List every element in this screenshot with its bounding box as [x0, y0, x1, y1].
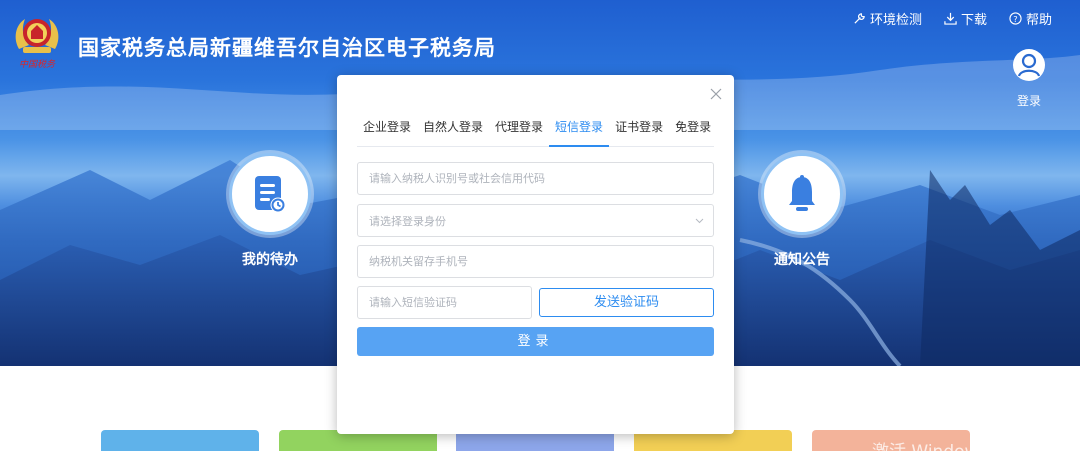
login-button[interactable]: 登录 [357, 327, 714, 356]
identity-select-placeholder: 请选择登录身份 [369, 214, 446, 228]
tab-agent-login[interactable]: 代理登录 [489, 119, 549, 147]
send-code-button[interactable]: 发送验证码 [539, 288, 714, 317]
tax-emblem-logo: 中国税务 [15, 19, 59, 69]
env-check-link[interactable]: 环境检测 [853, 9, 922, 28]
my-todo-feature[interactable]: 我的待办 [226, 153, 314, 269]
my-todo-label: 我的待办 [242, 252, 298, 268]
download-icon [944, 12, 957, 25]
notice-circle [761, 153, 843, 235]
service-tile-1[interactable] [101, 430, 259, 451]
sms-code-input[interactable] [369, 287, 520, 318]
sms-code-field [357, 286, 532, 319]
header-login-button[interactable]: 登录 [1009, 48, 1049, 109]
download-label: 下载 [960, 13, 987, 28]
tab-certificate-login[interactable]: 证书登录 [609, 119, 669, 147]
header-login-label: 登录 [1016, 94, 1041, 108]
windows-activation-watermark: 激活 Windows [872, 437, 987, 451]
help-circle-icon: ? [1009, 12, 1022, 25]
tab-sms-login[interactable]: 短信登录 [549, 119, 610, 147]
user-avatar-icon [1013, 49, 1045, 81]
env-check-label: 环境检测 [869, 13, 922, 28]
emblem-text: 中国税务 [19, 59, 56, 69]
phone-field [357, 245, 714, 278]
site-title: 国家税务总局新疆维吾尔自治区电子税务局 [78, 36, 496, 60]
tab-individual-login[interactable]: 自然人登录 [417, 119, 489, 147]
bell-icon [789, 175, 815, 211]
identity-select[interactable]: 请选择登录身份 [357, 204, 714, 237]
help-link[interactable]: ? 帮助 [1009, 9, 1052, 28]
chevron-down-icon [695, 218, 704, 224]
taxpayer-id-field [357, 162, 714, 195]
todo-circle [229, 153, 311, 235]
login-modal: 企业登录 自然人登录 代理登录 短信登录 证书登录 免登录 请选择登录身份 发送… [337, 75, 734, 434]
tab-enterprise-login[interactable]: 企业登录 [357, 119, 417, 147]
download-link[interactable]: 下载 [944, 9, 987, 28]
login-tabs: 企业登录 自然人登录 代理登录 短信登录 证书登录 免登录 [357, 119, 714, 147]
help-label: 帮助 [1025, 13, 1052, 28]
notice-feature[interactable]: 通知公告 [758, 153, 846, 269]
taxpayer-id-input[interactable] [369, 163, 702, 194]
todo-list-icon [255, 176, 286, 213]
svg-text:?: ? [1013, 14, 1017, 24]
close-icon[interactable] [709, 87, 723, 101]
tab-no-login[interactable]: 免登录 [669, 119, 717, 147]
wrench-icon [854, 13, 865, 24]
notice-label: 通知公告 [774, 252, 830, 268]
phone-input[interactable] [369, 246, 702, 277]
top-links: 环境检测 下载 ? 帮助 [853, 9, 1052, 28]
